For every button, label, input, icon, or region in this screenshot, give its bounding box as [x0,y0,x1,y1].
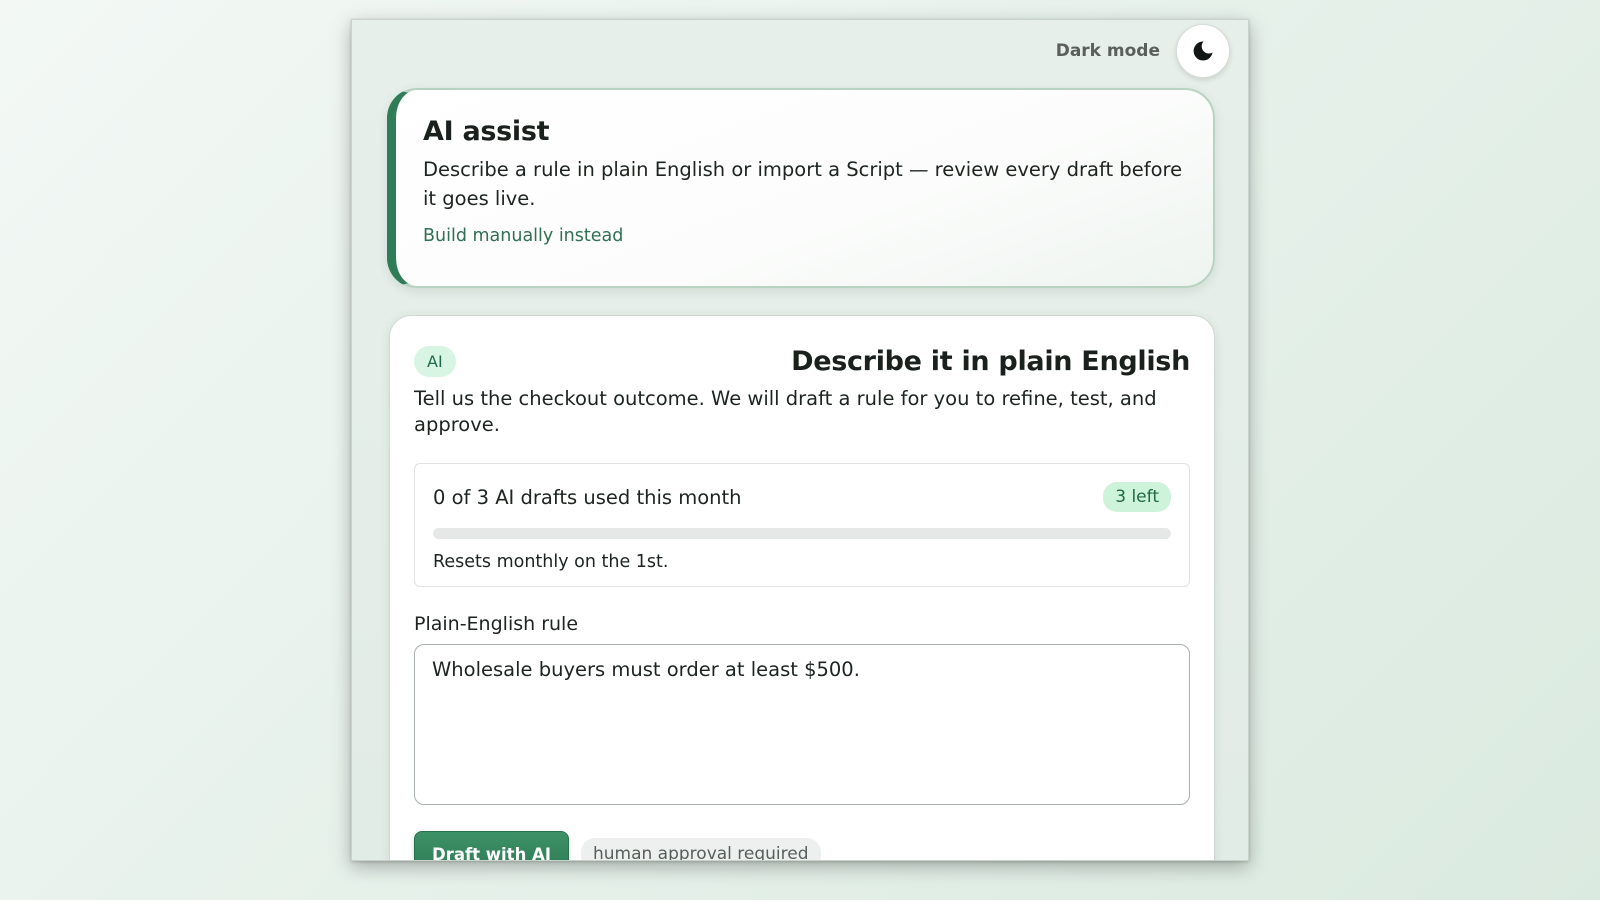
ai-quota-panel: 0 of 3 AI drafts used this month 3 left … [414,463,1190,587]
app-window: Dark mode AI assist Describe a rule in p… [351,19,1249,861]
quota-reset-note: Resets monthly on the 1st. [433,552,669,572]
rule-field-label: Plain-English rule [414,613,579,635]
assist-description: Describe a rule in plain English or impo… [423,158,1183,210]
assist-title: AI assist [423,116,550,147]
quota-used-text: 0 of 3 AI drafts used this month [433,485,742,509]
card-actions: Draft with AI human approval required [414,831,1190,860]
quota-row: 0 of 3 AI drafts used this month 3 left [433,480,1171,514]
card-title: Describe it in plain English [791,345,1190,377]
describe-rule-card: AI Describe it in plain English Tell us … [389,315,1215,860]
top-bar: Dark mode [1056,23,1230,79]
quota-progress-bar [433,528,1171,539]
ai-assist-card: AI assist Describe a rule in plain Engli… [387,88,1215,288]
drafts-left-badge: 3 left [1103,482,1171,512]
approval-required-chip: human approval required [580,838,821,860]
dark-mode-toggle[interactable] [1176,24,1230,78]
moon-icon [1193,41,1213,61]
plain-english-rule-input[interactable]: Wholesale buyers must order at least $50… [414,644,1190,805]
ai-chip: AI [414,345,456,377]
card-description: Tell us the checkout outcome. We will dr… [414,387,1157,436]
build-manually-link[interactable]: Build manually instead [423,226,623,246]
card-header: AI Describe it in plain English [414,342,1190,380]
dark-mode-label: Dark mode [1055,41,1160,61]
draft-with-ai-button[interactable]: Draft with AI [414,831,569,860]
